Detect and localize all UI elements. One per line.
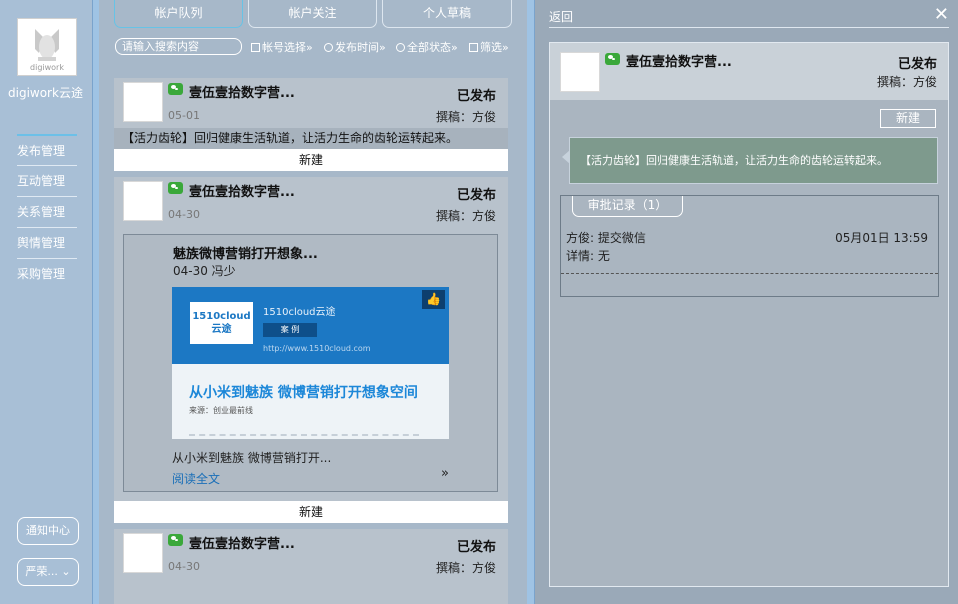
post-card[interactable]: 壹伍壹拾数字营... 已发布 04-30 撰稿：方俊 魅族微博营销打开想象...…	[114, 177, 508, 523]
article-summary: 从小米到魅族 微博营销打开...	[172, 451, 332, 465]
wechat-icon	[168, 182, 183, 194]
record-action: 方俊: 提交微信	[566, 231, 646, 245]
detail-body: 壹伍壹拾数字营... 已发布 撰稿：方俊 新建 【活力齿轮】回归健康生活轨道，让…	[549, 42, 949, 587]
cover-url: http://www.1510cloud.com	[263, 344, 371, 353]
cover-brand: 1510cloud云途	[263, 307, 336, 318]
status-badge: 已发布	[456, 188, 496, 203]
status-icon	[396, 43, 405, 52]
detail-post-header: 壹伍壹拾数字营... 已发布 撰稿：方俊	[550, 43, 948, 100]
post-author: 撰稿：方俊	[435, 110, 496, 124]
account-avatar	[123, 533, 163, 573]
account-avatar	[560, 52, 600, 92]
clock-icon	[324, 43, 333, 52]
wechat-icon	[168, 83, 183, 95]
post-date: 04-30	[168, 560, 200, 573]
nav-item-interaction[interactable]: 互动管理	[17, 165, 77, 196]
account-select-filter[interactable]: 帐号选择»	[251, 39, 313, 55]
article-title: 魅族微博营销打开想象...	[173, 247, 318, 262]
sidebar: digiwork digiwork云途 发布管理 互动管理 关系管理 舆情管理 …	[0, 0, 93, 604]
approval-record-tab[interactable]: 审批记录（1）	[572, 196, 683, 217]
nav-item-purchase[interactable]: 采购管理	[17, 258, 77, 289]
status-filter-label: 全部状态»	[407, 41, 458, 54]
filter-bar: 帐号选择» 发布时间» 全部状态» 筛选»	[114, 38, 524, 56]
close-icon[interactable]: ✕	[934, 4, 949, 25]
cover-headline: 从小米到魅族 微博营销打开想象空间	[189, 385, 418, 401]
record-detail: 详情: 无	[566, 249, 610, 263]
account-avatar	[123, 82, 163, 122]
back-button[interactable]: 返回	[549, 8, 573, 25]
new-post-button[interactable]: 新建	[114, 149, 508, 171]
new-post-button[interactable]: 新建	[114, 501, 508, 523]
digiwork-logo-icon: digiwork	[30, 29, 64, 72]
record-time: 05月01日 13:59	[835, 231, 928, 245]
post-list-panel: 帐户队列 帐户关注 个人草稿 帐号选择» 发布时间» 全部状态» 筛选» 壹伍壹…	[99, 0, 527, 604]
article-cover-image: 1510cloud 云途 1510cloud云途 案 例 http://www.1…	[172, 287, 449, 439]
detail-panel: 返回 ✕ 壹伍壹拾数字营... 已发布 撰稿：方俊 新建 【活力齿轮】回归健康生…	[534, 0, 958, 604]
new-button[interactable]: 新建	[880, 109, 936, 128]
notification-center-button[interactable]: 通知中心	[17, 517, 79, 545]
expand-arrow-icon[interactable]: »	[441, 466, 449, 481]
message-bubble: 【活力齿轮】回归健康生活轨道，让活力生命的齿轮运转起来。	[562, 137, 938, 184]
advanced-filter[interactable]: 筛选»	[469, 39, 509, 55]
post-card[interactable]: 壹伍壹拾数字营... 已发布 04-30 撰稿：方俊	[114, 529, 508, 604]
article-meta: 04-30 冯少	[173, 264, 236, 278]
read-full-link[interactable]: 阅读全文	[172, 470, 220, 487]
cover-tag: 案 例	[263, 323, 317, 337]
wechat-icon	[168, 534, 183, 546]
post-title: 壹伍壹拾数字营...	[189, 185, 295, 200]
status-badge: 已发布	[456, 89, 496, 104]
brand-name: digiwork云途	[8, 86, 83, 100]
status-badge: 已发布	[897, 57, 937, 72]
post-author: 撰稿：方俊	[435, 209, 496, 223]
tab-account-follow[interactable]: 帐户关注	[248, 0, 377, 28]
tab-account-queue[interactable]: 帐户队列	[114, 0, 243, 28]
filter-icon	[469, 43, 478, 52]
nav-item-relations[interactable]: 关系管理	[17, 196, 77, 227]
account-avatar	[123, 181, 163, 221]
cover-source: 来源：创业最前线	[189, 406, 253, 415]
tab-personal-drafts[interactable]: 个人草稿	[382, 0, 512, 28]
post-date: 04-30	[168, 208, 200, 221]
post-author: 撰稿：方俊	[435, 561, 496, 575]
detail-header: 返回 ✕	[549, 0, 949, 28]
main-nav: 发布管理 互动管理 关系管理 舆情管理 采购管理	[17, 134, 77, 289]
publish-time-label: 发布时间»	[335, 41, 386, 54]
search-input[interactable]	[115, 38, 242, 55]
post-title: 壹伍壹拾数字营...	[189, 86, 295, 101]
approval-record-box: 审批记录（1） 方俊: 提交微信 05月01日 13:59 详情: 无	[560, 195, 939, 297]
user-menu-button[interactable]: 严荣... ⌄	[17, 558, 79, 586]
post-title: 壹伍壹拾数字营...	[189, 537, 295, 552]
account-select-label: 帐号选择»	[262, 41, 313, 54]
account-icon	[251, 43, 260, 52]
cover-logo: 1510cloud 云途	[190, 302, 253, 344]
thumbs-up-icon[interactable]: 👍	[422, 290, 445, 309]
post-card[interactable]: 壹伍壹拾数字营... 已发布 05-01 撰稿：方俊 【活力齿轮】回归健康生活轨…	[114, 78, 508, 171]
post-date: 05-01	[168, 109, 200, 122]
status-badge: 已发布	[456, 540, 496, 555]
detail-title: 壹伍壹拾数字营...	[626, 55, 732, 70]
logo: digiwork	[17, 18, 77, 76]
nav-item-sentiment[interactable]: 舆情管理	[17, 227, 77, 258]
post-body: 【活力齿轮】回归健康生活轨道，让活力生命的齿轮运转起来。	[114, 128, 508, 149]
chevron-down-icon: ⌄	[61, 565, 71, 578]
article-preview[interactable]: 魅族微博营销打开想象... 04-30 冯少 1510cloud 云途 1510c…	[123, 234, 498, 492]
wechat-icon	[605, 53, 620, 65]
publish-time-filter[interactable]: 发布时间»	[324, 39, 386, 55]
advanced-filter-label: 筛选»	[480, 41, 509, 54]
svg-text:digiwork: digiwork	[30, 63, 64, 72]
tab-bar: 帐户队列 帐户关注 个人草稿	[114, 0, 513, 28]
user-name: 严荣...	[25, 565, 58, 578]
status-filter[interactable]: 全部状态»	[396, 39, 458, 55]
nav-item-publish[interactable]: 发布管理	[17, 134, 77, 165]
detail-author: 撰稿：方俊	[876, 75, 937, 89]
divider	[561, 273, 938, 274]
